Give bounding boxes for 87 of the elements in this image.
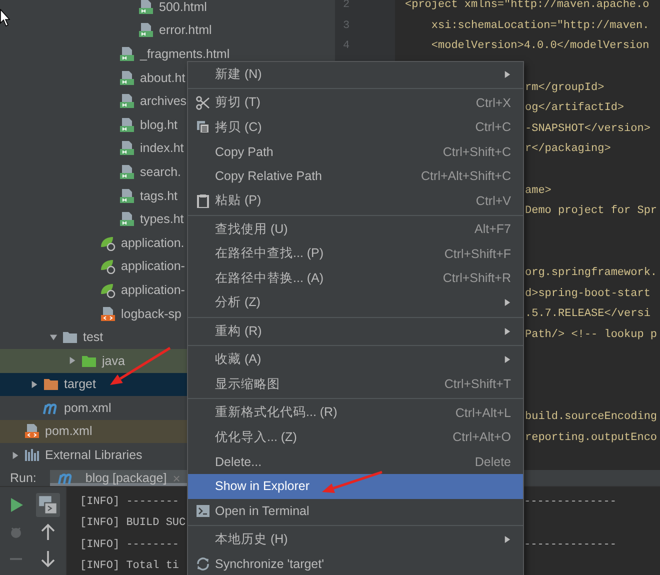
xml-file-icon — [100, 306, 116, 322]
code-line: Demo project for Spr — [525, 205, 658, 218]
copy-icon — [196, 120, 210, 134]
clipboard-icon — [196, 194, 210, 208]
spring-leaf-icon — [100, 234, 116, 251]
shortcut-text: Ctrl+Shift+T — [444, 377, 511, 392]
code-line: ame> — [525, 184, 552, 197]
console-line: [INFO] BUILD SUC — [80, 517, 186, 530]
code-line: -SNAPSHOT</version> — [525, 122, 650, 135]
run-tab[interactable]: blog [package] × — [50, 470, 188, 486]
menu-item[interactable]: 本地历史 (H) — [188, 527, 523, 552]
code-line: Path/> <!-- lookup p — [525, 328, 658, 341]
code-line: reporting.outputEnco — [525, 432, 658, 444]
console-line: [INFO] -------- — [80, 538, 180, 551]
caret-right-icon — [504, 355, 511, 364]
caret-right-icon — [504, 70, 511, 79]
console-line: [INFO] Total ti — [80, 560, 180, 572]
caret-down-icon[interactable] — [49, 332, 58, 342]
caret-right-icon — [504, 298, 511, 308]
code-line: xsi:schemaLocation="http://maven. — [430, 20, 650, 32]
folder-icon — [62, 329, 78, 346]
html-file-icon — [119, 70, 135, 86]
shortcut-text: Alt+F7 — [474, 222, 511, 236]
html-file-icon — [119, 116, 135, 133]
menu-item[interactable]: 重构 (R) — [188, 319, 523, 344]
menu-item[interactable]: 在路径中替换... (A) Ctrl+Shift+R — [188, 266, 523, 290]
html-file-icon — [119, 211, 135, 228]
shortcut-text: Delete — [474, 454, 511, 469]
code-line: org.springframework. — [525, 267, 658, 280]
code-line: .5.7.RELEASE</versi — [525, 308, 650, 320]
menu-item[interactable]: 剪切 (T) Ctrl+X — [188, 90, 523, 115]
menu-item[interactable]: Open in Terminal — [188, 498, 523, 523]
shortcut-text: Ctrl+X — [476, 96, 511, 110]
scissors-icon — [196, 96, 210, 110]
sync-icon — [196, 556, 210, 571]
code-line: r</packaging> — [525, 143, 611, 156]
folder-icon — [43, 376, 59, 392]
libraries-icon — [24, 447, 40, 464]
shortcut-text: Ctrl+Shift+F — [444, 246, 511, 261]
code-line: d>spring-boot-start — [525, 288, 650, 300]
caret-right-icon[interactable] — [11, 450, 20, 460]
mouse-pointer-icon — [0, 9, 10, 27]
shortcut-text: Ctrl+Shift+R — [442, 271, 511, 286]
code-line: og</artifactId> — [525, 102, 624, 114]
code-line: rm</groupId> — [525, 82, 604, 94]
html-file-icon — [119, 46, 135, 62]
shortcut-text: Ctrl+Shift+C — [442, 144, 511, 159]
shortcut-text: Ctrl+Alt+L — [455, 406, 511, 420]
html-file-icon — [138, 22, 154, 38]
caret-right-icon[interactable] — [30, 380, 39, 389]
console-line: -------------- — [524, 496, 616, 508]
tree-item[interactable]: error.html — [0, 18, 335, 42]
console-line: [INFO] -------- — [80, 496, 180, 508]
shortcut-text: Ctrl+C — [475, 120, 511, 134]
panel-label: Run: — [9, 471, 38, 485]
caret-right-icon — [504, 534, 511, 544]
menu-item[interactable]: 查找使用 (U) Alt+F7 — [188, 217, 523, 242]
menu-item[interactable]: Copy Path Ctrl+Shift+C — [188, 140, 523, 164]
xml-file-icon — [24, 423, 40, 440]
html-file-icon — [119, 164, 135, 180]
menu-item[interactable]: 粘贴 (P) Ctrl+V — [188, 188, 523, 213]
caret-right-icon[interactable] — [68, 356, 77, 366]
code-line: <modelVersion>4.0.0</modelVersion — [430, 40, 650, 52]
html-file-icon — [138, 0, 154, 15]
spring-leaf-icon — [100, 258, 116, 274]
html-file-icon — [119, 188, 135, 204]
shortcut-text: Ctrl+Alt+Shift+C — [421, 169, 511, 184]
html-file-icon — [119, 93, 135, 110]
shortcut-text: Ctrl+Alt+O — [452, 430, 511, 444]
menu-item[interactable]: Delete... Delete — [188, 450, 523, 474]
console-line: -------------- — [524, 538, 616, 551]
menu-item[interactable]: Synchronize 'target' — [188, 552, 523, 575]
menu-item[interactable]: 在路径中查找... (P) Ctrl+Shift+F — [188, 242, 523, 266]
spring-leaf-icon — [100, 282, 116, 298]
menu-item[interactable]: 分析 (Z) — [188, 290, 523, 315]
arrow-down-icon[interactable] — [39, 550, 57, 568]
menu-item[interactable]: Show in Explorer — [188, 474, 523, 498]
console-icon[interactable] — [36, 492, 60, 516]
terminal-icon — [196, 504, 210, 518]
menu-item[interactable]: 拷贝 (C) Ctrl+C — [188, 115, 523, 140]
menu-item[interactable]: Copy Relative Path Ctrl+Alt+Shift+C — [188, 164, 523, 188]
arrow-up-icon[interactable] — [39, 522, 57, 540]
html-file-icon — [119, 140, 135, 156]
tab-title: blog [package] — [85, 471, 167, 485]
shortcut-text: Ctrl+V — [476, 194, 511, 208]
code-line: build.sourceEncoding — [525, 411, 658, 424]
caret-right-icon — [504, 326, 511, 336]
